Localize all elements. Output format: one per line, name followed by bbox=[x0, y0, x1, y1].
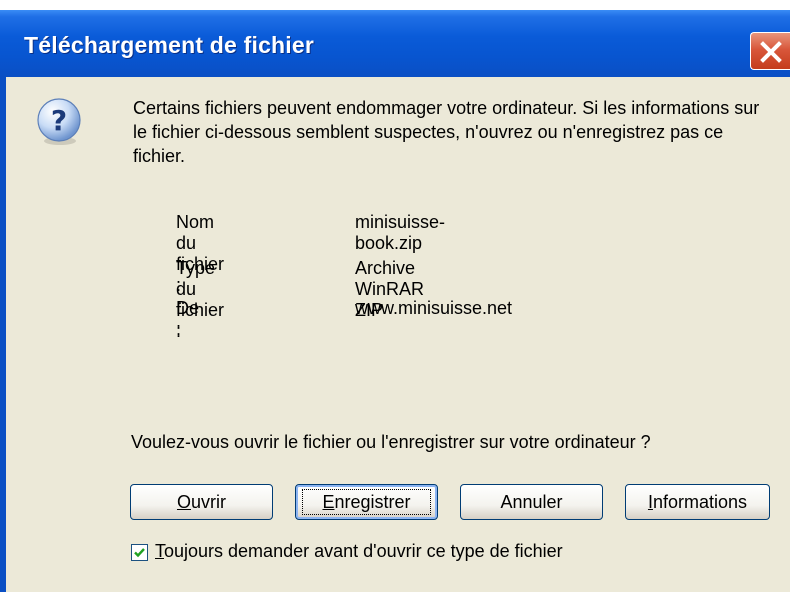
always-ask-accel: T bbox=[155, 541, 164, 561]
always-ask-checkbox[interactable] bbox=[131, 544, 148, 561]
close-icon bbox=[760, 41, 782, 63]
info-button-label: Informations bbox=[648, 492, 747, 512]
prompt-question: Voulez-vous ouvrir le fichier ou l'enreg… bbox=[131, 432, 651, 452]
detail-value: minisuisse-book.zip bbox=[355, 212, 446, 253]
cancel-button[interactable]: Annuler bbox=[460, 484, 603, 520]
detail-label: De : bbox=[176, 298, 200, 339]
window-frame-left bbox=[0, 77, 6, 592]
dialog-title: Téléchargement de fichier bbox=[24, 32, 315, 58]
information-button[interactable]: Informations bbox=[625, 484, 770, 520]
always-ask-label[interactable]: Toujours demander avant d'ouvrir ce type… bbox=[155, 541, 563, 562]
svg-text:?: ? bbox=[51, 104, 67, 137]
detail-value: www.minisuisse.net bbox=[355, 298, 513, 318]
save-button[interactable]: Enregistrer bbox=[295, 484, 438, 520]
question-icon: ? bbox=[37, 98, 81, 145]
open-button[interactable]: Ouvrir bbox=[130, 484, 273, 520]
warning-message: Certains fichiers peuvent endommager vot… bbox=[133, 98, 760, 166]
save-accel: E bbox=[322, 491, 335, 512]
open-accel: O bbox=[176, 491, 191, 512]
open-button-label: Ouvrir bbox=[177, 492, 226, 512]
save-button-label: Enregistrer bbox=[322, 492, 410, 512]
close-button[interactable] bbox=[750, 32, 790, 70]
save-label-rest: nregistrer bbox=[334, 491, 411, 512]
always-ask-label-rest: oujours demander avant d'ouvrir ce type … bbox=[164, 541, 563, 561]
cancel-button-label: Annuler bbox=[500, 491, 563, 512]
open-label-rest: uvrir bbox=[191, 491, 226, 512]
checkmark-icon bbox=[134, 548, 145, 558]
info-label-rest: nformations bbox=[652, 491, 748, 512]
title-bar[interactable]: Téléchargement de fichier bbox=[0, 10, 790, 77]
